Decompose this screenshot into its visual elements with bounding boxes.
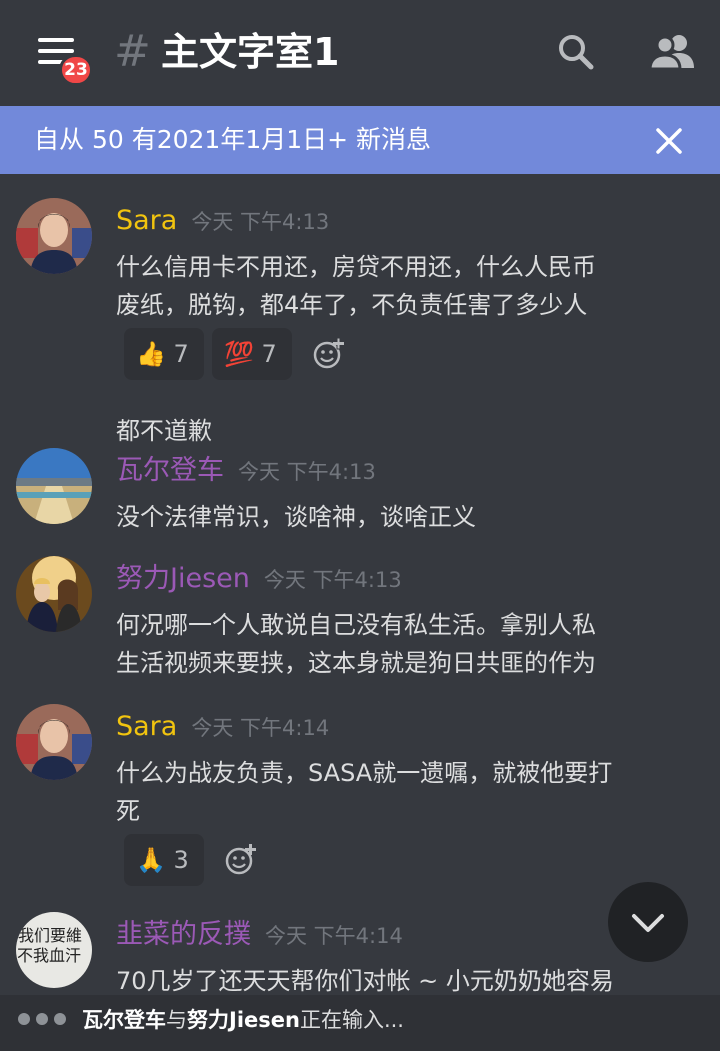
- message-line: 没个法律常识，谈啥神，谈啥正义: [116, 503, 476, 531]
- user-avatar[interactable]: [16, 704, 92, 780]
- new-messages-banner[interactable]: 自从 50 有2021年1月1日+ 新消息: [0, 106, 720, 174]
- message-line: 废纸，脱钩，都4年了，不负责任害了多少人: [116, 291, 588, 319]
- pray-icon: 🙏: [136, 846, 166, 874]
- message-line: 死: [116, 797, 140, 825]
- scroll-to-bottom-button[interactable]: [608, 882, 688, 962]
- user-avatar[interactable]: [16, 556, 92, 632]
- message-text: 何况哪一个人敢说自己没有私生活。拿别人私 生活视频来要挟，这本身就是狗日共匪的作…: [116, 606, 696, 682]
- username[interactable]: Sara: [116, 711, 177, 742]
- message-header: 瓦尔登车 今天 下午4:13: [116, 454, 376, 489]
- reaction-count: 3: [173, 846, 189, 874]
- message-text: 没个法律常识，谈啥神，谈啥正义: [116, 498, 696, 536]
- reaction-count: 7: [261, 340, 277, 368]
- message-text: 什么为战友负责，SASA就一遗嘱，就被他要打 死: [116, 754, 696, 830]
- typing-user: 努力Jiesen: [187, 1008, 300, 1032]
- username[interactable]: 韭菜的反撲: [116, 919, 251, 950]
- members-icon[interactable]: [648, 30, 696, 74]
- message-text: 都不道歉: [116, 412, 696, 450]
- message-line: 都不道歉: [116, 417, 212, 445]
- timestamp: 今天 下午4:13: [263, 568, 402, 592]
- user-avatar[interactable]: 我们要維 不我血汗: [16, 912, 92, 988]
- add-reaction-icon[interactable]: [224, 842, 260, 878]
- typing-suffix: 正在输入...: [299, 1008, 404, 1032]
- message-list[interactable]: Sara 今天 下午4:13 什么信用卡不用还，房贷不用还，什么人民币 废纸，脱钩…: [0, 174, 720, 995]
- thumbs-up-icon: 👍: [136, 340, 166, 368]
- close-icon[interactable]: [654, 126, 684, 156]
- channel-title: 主文字室1: [161, 30, 340, 74]
- timestamp: 今天 下午4:13: [191, 210, 330, 234]
- username[interactable]: 瓦尔登车: [116, 455, 224, 486]
- message-text: 70几岁了还天天帮你们对帐 ~ 小元奶奶她容易: [116, 962, 696, 995]
- message-header: Sara 今天 下午4:14: [116, 710, 329, 745]
- hundred-points-icon: 💯: [224, 340, 254, 368]
- typing-joiner: 与: [166, 1008, 187, 1032]
- message-header: Sara 今天 下午4:13: [116, 204, 329, 239]
- message-header: 韭菜的反撲 今天 下午4:14: [116, 918, 403, 953]
- typing-text: 瓦尔登车与努力Jiesen正在输入...: [82, 995, 404, 1045]
- username[interactable]: 努力Jiesen: [116, 563, 250, 594]
- typing-user: 瓦尔登车: [82, 1008, 166, 1032]
- user-avatar[interactable]: [16, 198, 92, 274]
- timestamp: 今天 下午4:14: [191, 716, 330, 740]
- message-line: 什么为战友负责，SASA就一遗嘱，就被他要打: [116, 759, 613, 787]
- message-line: 70几岁了还天天帮你们对帐 ~ 小元奶奶她容易: [116, 967, 614, 995]
- message-line: 何况哪一个人敢说自己没有私生活。拿别人私: [116, 611, 596, 639]
- reaction-hundred[interactable]: 💯 7: [212, 328, 292, 380]
- username[interactable]: Sara: [116, 205, 177, 236]
- hash-icon: #: [114, 26, 151, 77]
- message-text: 什么信用卡不用还，房贷不用还，什么人民币 废纸，脱钩，都4年了，不负责任害了多少…: [116, 248, 696, 324]
- channel-header: 23 # 主文字室1: [0, 0, 720, 106]
- reaction-count: 7: [173, 340, 189, 368]
- search-icon[interactable]: [554, 30, 598, 74]
- user-avatar[interactable]: [16, 448, 92, 524]
- typing-indicator: 瓦尔登车与努力Jiesen正在输入...: [0, 995, 720, 1051]
- timestamp: 今天 下午4:13: [238, 460, 376, 484]
- new-messages-text: 自从 50 有2021年1月1日+ 新消息: [34, 125, 432, 154]
- message-line: 什么信用卡不用还，房贷不用还，什么人民币: [116, 253, 596, 281]
- reaction-thumbs-up[interactable]: 👍 7: [124, 328, 204, 380]
- add-reaction-icon[interactable]: [312, 336, 348, 372]
- timestamp: 今天 下午4:14: [265, 924, 403, 948]
- avatar-text: 不我血汗: [16, 946, 81, 965]
- message-header: 努力Jiesen 今天 下午4:13: [116, 562, 402, 597]
- message-line: 生活视频来要挟，这本身就是狗日共匪的作为: [116, 649, 596, 677]
- avatar-text: 我们要維: [17, 926, 82, 945]
- unread-badge: 23: [59, 54, 93, 86]
- chevron-down-icon: [632, 914, 664, 932]
- reaction-pray[interactable]: 🙏 3: [124, 834, 204, 886]
